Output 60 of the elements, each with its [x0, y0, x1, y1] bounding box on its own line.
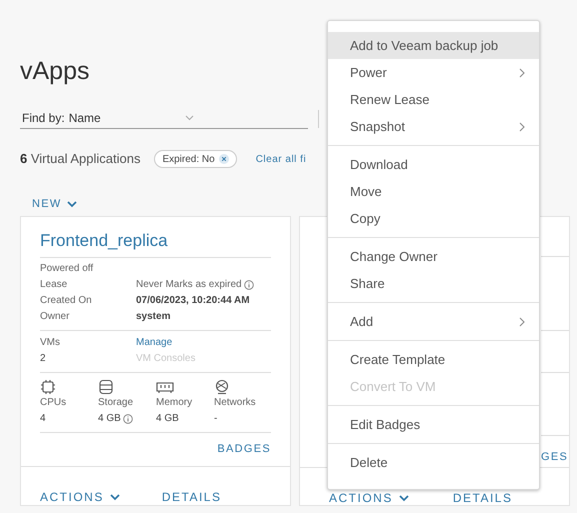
find-by-value: Name — [68, 110, 102, 126]
menu-item[interactable]: Add — [328, 308, 539, 335]
badges-link[interactable]: BADGES — [217, 441, 271, 458]
details-link[interactable]: DETAILS — [452, 489, 512, 507]
chevron-down-icon — [110, 494, 120, 500]
chevron-down-icon — [184, 114, 194, 120]
resource-value: 4 GB — [156, 412, 179, 426]
chevron-right-icon — [519, 68, 525, 78]
details-link[interactable]: DETAILS — [162, 488, 222, 506]
actions-button[interactable]: ACTIONS — [329, 489, 409, 507]
filter-chip[interactable]: Expired: No — [154, 150, 237, 168]
resource-value: 4 — [40, 412, 46, 426]
chevron-right-icon — [519, 316, 525, 326]
vms-label: VMs — [40, 336, 61, 350]
find-by-label: Find by: — [22, 110, 65, 126]
chevron-right-icon — [519, 122, 525, 132]
resource-value: 4 GB — [98, 412, 121, 426]
resource-label: Memory — [156, 396, 192, 410]
database-icon — [98, 379, 114, 395]
menu-item[interactable]: Delete — [328, 449, 539, 476]
clear-filters-link[interactable]: Clear all fi — [256, 152, 306, 166]
chevron-down-icon — [66, 200, 77, 208]
detail-value: 07/06/2023, 10:20:44 AM — [136, 294, 250, 308]
resource-label: CPUs — [40, 396, 66, 410]
menu-item[interactable]: Edit Badges — [328, 411, 539, 438]
menu-item[interactable]: Change Owner — [328, 243, 539, 270]
vms-count: 2 — [40, 352, 47, 366]
menu-item[interactable]: Download — [328, 151, 539, 178]
badges-link[interactable]: GES — [541, 451, 568, 463]
find-by-field[interactable]: Find by: Name — [20, 107, 308, 129]
resource-value: - — [214, 412, 218, 426]
menu-item[interactable]: Move — [328, 178, 539, 205]
resource-label: Storage — [98, 396, 134, 410]
card-title[interactable]: Frontend_replica — [40, 230, 271, 258]
manage-link[interactable]: Manage — [136, 335, 271, 351]
power-status: Powered off — [40, 262, 94, 276]
close-icon — [218, 154, 229, 164]
detail-label: Owner — [40, 310, 70, 324]
menu-item[interactable]: Share — [328, 270, 539, 297]
menu-item[interactable]: Add to Veeam backup job — [328, 32, 539, 59]
info-icon — [244, 280, 254, 290]
menu-item: Convert To VM — [349, 378, 437, 396]
menu-item[interactable]: Renew Lease — [328, 86, 539, 113]
actions-button[interactable]: ACTIONS — [40, 488, 120, 506]
new-button[interactable]: NEW — [32, 195, 77, 213]
info-icon — [122, 414, 133, 424]
detail-label: Lease — [40, 278, 68, 292]
detail-label: Created On — [40, 294, 93, 308]
menu-item[interactable]: Power — [328, 59, 539, 86]
menu-item[interactable]: Snapshot — [328, 113, 539, 140]
menu-item[interactable]: Copy — [328, 205, 539, 232]
page-title: vApps — [20, 56, 90, 86]
chevron-down-icon — [398, 494, 409, 502]
resource-label: Networks — [214, 396, 256, 410]
detail-value: Never Marks as expired — [136, 278, 242, 292]
result-count: 6 Virtual Applications — [20, 150, 140, 168]
menu-item[interactable]: Create Template — [328, 346, 539, 373]
globe-icon — [214, 379, 230, 395]
chip-icon — [40, 379, 56, 395]
detail-value: system — [136, 310, 170, 324]
